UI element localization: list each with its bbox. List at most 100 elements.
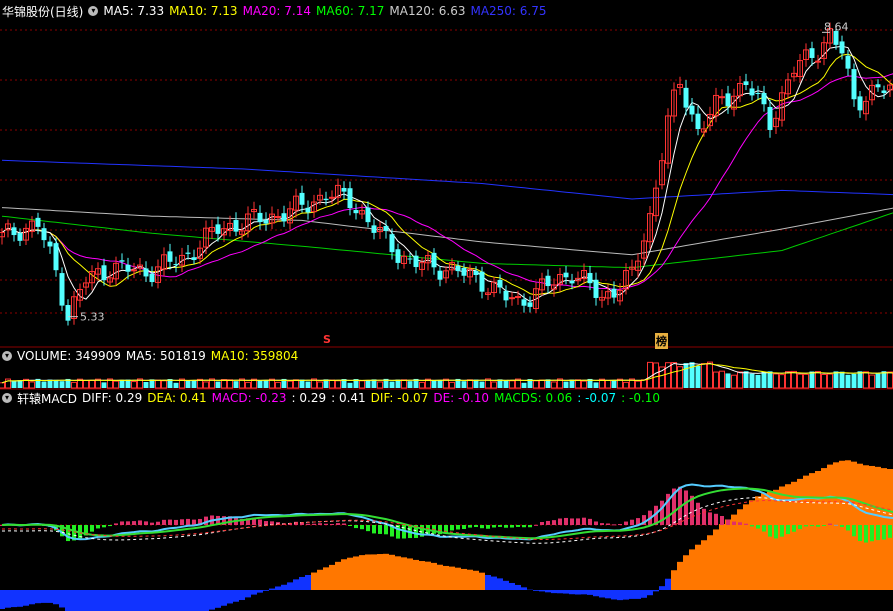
macd-bar	[780, 525, 784, 537]
trend-band-bar	[701, 540, 707, 590]
volume-ma10: MA10: 359804	[210, 349, 299, 363]
candle-body	[11, 227, 17, 236]
collapse-icon[interactable]: ▾	[88, 6, 99, 16]
trend-band-bar	[395, 556, 401, 590]
candle-body	[257, 212, 263, 223]
candle-body	[881, 90, 887, 93]
macd-bar	[186, 518, 190, 525]
macd-bar	[168, 519, 172, 525]
macd-bar	[834, 524, 838, 526]
volume-bar	[731, 374, 737, 389]
macd-bar	[90, 525, 94, 532]
macd-value: MACD: -0.23	[211, 391, 287, 405]
volume-bar	[641, 379, 647, 389]
collapse-icon[interactable]: ▾	[2, 351, 12, 361]
volume-bar	[845, 374, 851, 388]
volume-bar	[59, 381, 65, 388]
candle-body	[767, 106, 773, 130]
trend-band-bar	[797, 478, 803, 590]
trend-band-bar	[377, 554, 383, 590]
trend-band-bar	[719, 524, 725, 590]
trend-band-bar	[521, 587, 527, 590]
candle-body	[389, 234, 395, 253]
trend-band-bar	[533, 590, 539, 591]
trend-band-bar	[593, 590, 599, 597]
trend-band-bar	[509, 582, 515, 590]
trend-band-bar	[431, 562, 437, 590]
collapse-icon[interactable]: ▾	[2, 393, 12, 403]
candle-body	[683, 87, 689, 108]
volume-bar	[521, 382, 527, 388]
macd-bar	[474, 525, 478, 528]
macd-bar	[786, 525, 790, 535]
macd-bar	[108, 525, 112, 527]
macd-bar	[888, 525, 892, 538]
volume-bar	[857, 371, 863, 388]
volume-bar	[827, 373, 833, 389]
trend-band-bar	[95, 590, 101, 611]
macd-extra-1: : 0.29	[291, 391, 327, 405]
candle-body	[839, 41, 845, 54]
candle-body	[305, 207, 311, 213]
candle-body	[431, 252, 437, 268]
volume-bar	[0, 382, 5, 389]
volume-bar	[329, 379, 335, 389]
volume-bar	[851, 373, 857, 388]
macd-bar	[864, 525, 868, 543]
macd-bar	[324, 523, 328, 525]
macd-diff: DIFF: 0.29	[81, 391, 143, 405]
trend-band-bar	[551, 590, 557, 594]
volume-bar	[245, 381, 251, 389]
volume-bar	[191, 380, 197, 388]
volume-bar	[389, 381, 395, 388]
macd-bar	[396, 525, 400, 539]
macd-bar	[162, 519, 166, 525]
trend-band-bar	[71, 590, 77, 611]
candle-body	[323, 198, 329, 201]
trend-band-bar	[479, 572, 485, 590]
trend-band-bar	[233, 590, 239, 602]
candle-body	[131, 269, 137, 272]
trend-band-bar	[347, 557, 353, 590]
trend-band-bar	[383, 553, 389, 590]
trend-band-bar	[515, 584, 521, 590]
trend-band-bar	[149, 590, 155, 611]
trend-band-bar	[281, 584, 287, 590]
trend-band-bar	[563, 590, 569, 594]
volume-bar	[863, 371, 869, 389]
candle-body	[587, 272, 593, 284]
volume-bar	[761, 371, 767, 388]
macd-extra-2: : 0.41	[331, 391, 366, 405]
macd-bar	[750, 525, 754, 527]
candle-body	[383, 225, 389, 231]
trend-band-bar	[371, 554, 377, 590]
candle-body	[149, 273, 155, 283]
legend-ma250: MA250: 6.75	[470, 4, 547, 18]
trend-band-bar	[17, 590, 23, 607]
macd-bar	[480, 525, 484, 529]
macd-bar	[630, 519, 634, 525]
candle-body	[479, 271, 485, 292]
volume-bar	[407, 381, 413, 388]
macd-bar	[378, 525, 382, 534]
candle-body	[215, 224, 221, 234]
macd-bar	[96, 525, 100, 529]
trend-band-bar	[635, 590, 641, 599]
volume-bar	[647, 361, 653, 389]
candle-body	[119, 260, 125, 262]
trend-band-bar	[179, 590, 185, 611]
macd-bar	[594, 521, 598, 525]
trend-band-bar	[803, 475, 809, 590]
candle-body	[845, 55, 851, 69]
trend-band-bar	[137, 590, 143, 611]
macd-bar	[498, 525, 502, 527]
trend-band-bar	[407, 558, 413, 590]
trend-band-bar	[23, 590, 29, 606]
macd-extra-4: : -0.10	[621, 391, 661, 405]
macd-bar	[804, 525, 808, 527]
candle-body	[545, 275, 551, 287]
trend-band-bar	[665, 578, 671, 590]
macd-bar	[144, 521, 148, 525]
trend-band-bar	[83, 590, 89, 611]
signal-marker-s: S	[323, 333, 331, 346]
